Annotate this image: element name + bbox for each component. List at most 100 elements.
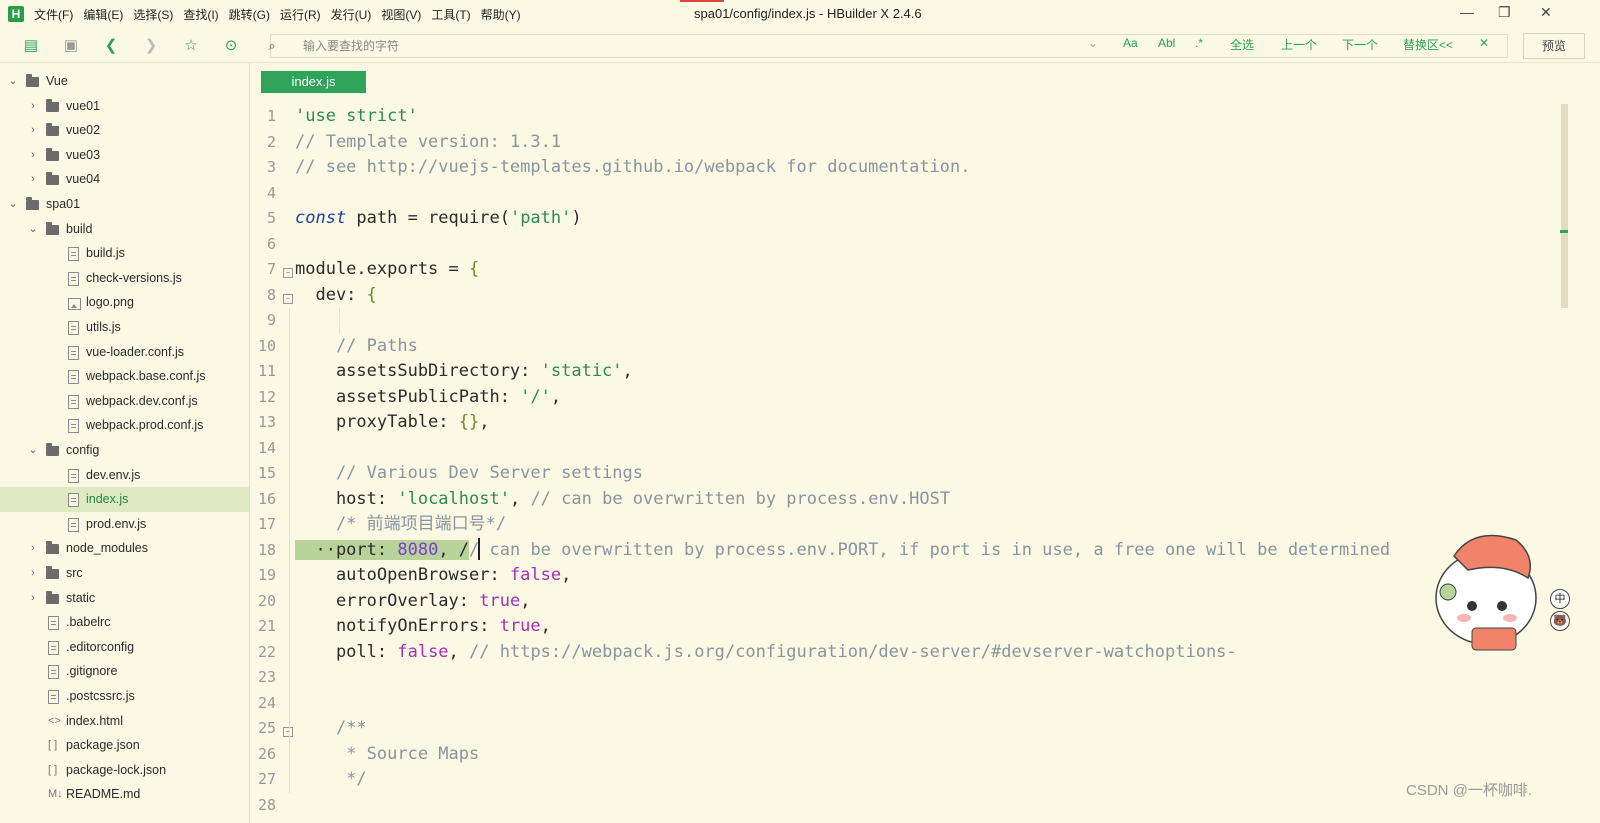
tree-file[interactable]: webpack.prod.conf.js <box>0 413 249 438</box>
back-icon[interactable]: ❮ <box>102 37 120 55</box>
minimize-button[interactable]: — <box>1460 4 1474 20</box>
whole-word-toggle[interactable]: Abl <box>1158 36 1175 50</box>
tree-folder-vue01[interactable]: › vue01 <box>0 94 249 119</box>
menu-item[interactable]: 发行(U) <box>331 8 372 22</box>
code-line[interactable]: // Various Dev Server settings <box>295 461 643 485</box>
menu-item[interactable]: 查找(I) <box>183 8 218 22</box>
preview-button[interactable]: 预览 <box>1523 33 1585 59</box>
chevron-right-icon[interactable]: › <box>28 94 38 119</box>
menu-item[interactable]: 运行(R) <box>280 8 321 22</box>
tree-file[interactable]: index.js <box>0 487 249 513</box>
forward-icon[interactable]: ❯ <box>142 37 160 55</box>
code-line[interactable]: poll: false, // https://webpack.js.org/c… <box>295 640 1237 664</box>
menu-item[interactable]: 选择(S) <box>133 8 173 22</box>
find-prev-button[interactable]: 上一个 <box>1281 36 1317 53</box>
run-icon[interactable]: ⊙ <box>222 37 240 55</box>
tree-folder-build[interactable]: ⌄ build <box>0 217 249 242</box>
tree-folder-spa01[interactable]: ⌄ spa01 <box>0 192 249 217</box>
tree-file[interactable]: .babelrc <box>0 610 249 635</box>
fold-toggle-icon[interactable]: − <box>283 293 293 304</box>
chevron-down-icon[interactable]: ⌄ <box>8 192 18 217</box>
code-line[interactable]: proxyTable: {}, <box>295 410 490 434</box>
tree-file[interactable]: [ ] package-lock.json <box>0 758 249 783</box>
chevron-down-icon[interactable]: ⌄ <box>28 438 38 463</box>
code-line[interactable]: ··port: 8080, // can be overwritten by p… <box>295 538 1390 562</box>
chevron-down-icon[interactable]: ⌄ <box>28 217 38 242</box>
code-line[interactable]: assetsPublicPath: '/', <box>295 385 561 409</box>
code-line[interactable]: /* 前端项目端口号*/ <box>295 512 506 536</box>
code-line[interactable]: /** <box>295 716 367 740</box>
code-line[interactable]: assetsSubDirectory: 'static', <box>295 359 633 383</box>
tree-folder-Vue[interactable]: ⌄ Vue <box>0 69 249 94</box>
code-line[interactable]: * Source Maps <box>295 742 479 766</box>
tree-folder-vue03[interactable]: › vue03 <box>0 143 249 168</box>
chevron-right-icon[interactable]: › <box>28 561 38 586</box>
new-file-icon[interactable]: ▤ <box>22 37 40 55</box>
match-case-toggle[interactable]: Aa <box>1123 36 1138 50</box>
regex-toggle[interactable]: .* <box>1195 36 1203 50</box>
menu-item[interactable]: 文件(F) <box>34 8 73 22</box>
close-search-icon[interactable]: ✕ <box>1479 36 1489 50</box>
menu-item[interactable]: 编辑(E) <box>83 8 123 22</box>
menu-item[interactable]: 跳转(G) <box>229 8 270 22</box>
code-line[interactable]: host: 'localhost', // can be overwritten… <box>295 487 950 511</box>
chevron-right-icon[interactable]: › <box>28 143 38 168</box>
tree-folder-static[interactable]: › static <box>0 586 249 611</box>
ime-mode-indicator[interactable]: 中 <box>1550 589 1570 609</box>
toggle-replace-button[interactable]: 替换区<< <box>1403 36 1453 53</box>
find-next-button[interactable]: 下一个 <box>1342 36 1378 53</box>
menu-item[interactable]: 帮助(Y) <box>481 8 521 22</box>
folder-icon <box>46 147 59 161</box>
chevron-right-icon[interactable]: › <box>28 118 38 143</box>
code-line[interactable]: 'use strict' <box>295 104 418 128</box>
code-line[interactable]: const path = require('path') <box>295 206 582 230</box>
code-line[interactable]: // Template version: 1.3.1 <box>295 130 561 154</box>
tree-file[interactable]: [ ] package.json <box>0 733 249 758</box>
menu-item[interactable]: 工具(T) <box>431 8 470 22</box>
tree-file[interactable]: .postcssrc.js <box>0 684 249 709</box>
chevron-right-icon[interactable]: › <box>28 167 38 192</box>
code-line[interactable]: notifyOnErrors: true, <box>295 614 551 638</box>
tree-file[interactable]: build.js <box>0 241 249 266</box>
menu-item[interactable]: 视图(V) <box>381 8 421 22</box>
tree-file[interactable]: utils.js <box>0 315 249 340</box>
tree-folder-node_modules[interactable]: › node_modules <box>0 536 249 561</box>
save-icon[interactable]: ▣ <box>62 37 80 55</box>
code-line[interactable]: // Paths <box>295 334 418 358</box>
tree-folder-src[interactable]: › src <box>0 561 249 586</box>
chevron-right-icon[interactable]: › <box>28 586 38 611</box>
tree-file[interactable]: webpack.dev.conf.js <box>0 389 249 414</box>
tree-file[interactable]: prod.env.js <box>0 512 249 537</box>
code-line[interactable]: module.exports = { <box>295 257 479 281</box>
chevron-right-icon[interactable]: › <box>28 536 38 561</box>
scrollbar-thumb[interactable] <box>1561 104 1568 308</box>
tree-file[interactable]: .gitignore <box>0 659 249 684</box>
star-icon[interactable]: ☆ <box>182 37 200 55</box>
tree-file[interactable]: webpack.base.conf.js <box>0 364 249 389</box>
code-line[interactable]: */ <box>295 767 366 791</box>
fold-toggle-icon[interactable]: − <box>283 727 293 737</box>
fold-toggle-icon[interactable]: − <box>283 268 293 278</box>
tree-folder-vue04[interactable]: › vue04 <box>0 167 249 192</box>
code-line[interactable]: dev: { <box>295 283 376 307</box>
tab-index-js[interactable]: index.js <box>261 71 366 93</box>
tree-folder-vue02[interactable]: › vue02 <box>0 118 249 143</box>
tree-file[interactable]: .editorconfig <box>0 635 249 660</box>
maximize-button[interactable]: ❐ <box>1498 4 1511 21</box>
tree-folder-config[interactable]: ⌄ config <box>0 438 249 463</box>
close-window-button[interactable]: ✕ <box>1540 4 1552 21</box>
tree-file[interactable]: check-versions.js <box>0 266 249 291</box>
code-line[interactable]: // see http://vuejs-templates.github.io/… <box>295 155 971 179</box>
tree-file[interactable]: M↓ README.md <box>0 782 249 807</box>
code-line[interactable]: errorOverlay: true, <box>295 589 531 613</box>
search-input[interactable] <box>301 37 1085 55</box>
search-history-dropdown[interactable]: ⌄ <box>1088 36 1098 50</box>
chevron-down-icon[interactable]: ⌄ <box>8 69 18 94</box>
select-all-button[interactable]: 全选 <box>1230 36 1254 53</box>
ime-emoji-icon[interactable]: 🐻 <box>1550 611 1570 631</box>
tree-file[interactable]: <> index.html <box>0 709 249 734</box>
tree-file[interactable]: logo.png <box>0 290 249 315</box>
tree-file[interactable]: vue-loader.conf.js <box>0 340 249 365</box>
code-line[interactable]: autoOpenBrowser: false, <box>295 563 571 587</box>
tree-file[interactable]: dev.env.js <box>0 463 249 488</box>
